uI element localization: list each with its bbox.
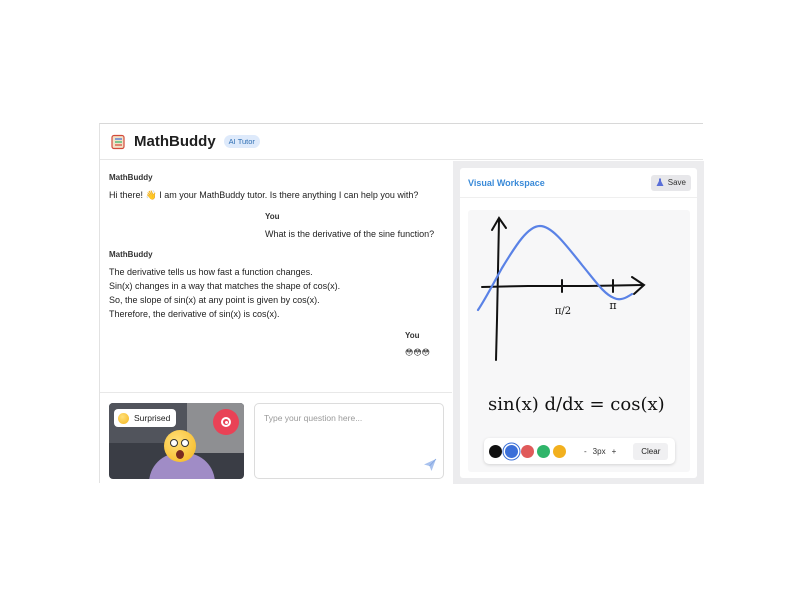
- message-line: The derivative tells us how fast a funct…: [109, 267, 313, 277]
- pen-size-value: 3px: [592, 446, 606, 456]
- drawing-toolbar: - 3px + Clear: [484, 438, 675, 464]
- surprised-face-icon: [164, 430, 196, 462]
- tick-label-pi: π: [609, 299, 616, 312]
- message-sender: MathBuddy: [109, 173, 153, 182]
- face-eye: [170, 439, 178, 447]
- decrease-size-button[interactable]: -: [584, 447, 587, 456]
- notebook-icon: [111, 134, 125, 149]
- message-sender: You: [405, 331, 420, 340]
- flask-icon: [656, 178, 664, 186]
- clear-button[interactable]: Clear: [633, 442, 669, 460]
- face-eye: [181, 439, 189, 447]
- message-text: 😳😳😳: [405, 348, 431, 357]
- emotion-text: Surprised: [134, 413, 171, 423]
- chat-message-bot: MathBuddy Hi there! 👋 I am your MathBudd…: [109, 171, 449, 202]
- workspace-card: Visual Workspace Save π/2 π sin(x) d/dx …: [460, 168, 697, 478]
- hand-drawn-graph: π/2 π sin(x) d/dx = cos(x): [476, 216, 665, 415]
- chat-message-user: You What is the derivative of the sine f…: [265, 210, 450, 241]
- message-text: Hi there! 👋 I am your MathBuddy tutor. I…: [109, 190, 419, 200]
- color-swatch-green[interactable]: [537, 444, 550, 458]
- message-sender: MathBuddy: [109, 250, 153, 259]
- message-line: Therefore, the derivative of sin(x) is c…: [109, 309, 280, 319]
- handwritten-equation: sin(x) d/dx = cos(x): [488, 394, 665, 415]
- send-icon[interactable]: [423, 458, 437, 472]
- pen-size-control: - 3px +: [581, 447, 619, 456]
- message-line: So, the slope of sin(x) at any point is …: [109, 295, 320, 305]
- workspace-title: Visual Workspace: [468, 177, 545, 188]
- tick-label-pi-over-2: π/2: [555, 306, 571, 317]
- chat-panel: MathBuddy Hi there! 👋 I am your MathBudd…: [100, 161, 452, 393]
- ai-tutor-badge: AI Tutor: [223, 135, 260, 148]
- webcam-preview: Surprised: [109, 403, 244, 479]
- emotion-label: Surprised: [114, 409, 177, 427]
- color-swatch-black[interactable]: [489, 444, 502, 458]
- app-title: MathBuddy: [134, 133, 216, 150]
- chat-message-user: You 😳😳😳: [405, 329, 450, 360]
- chat-message-bot: MathBuddy The derivative tells us how fa…: [109, 248, 449, 321]
- save-button[interactable]: Save: [650, 174, 691, 191]
- workspace-header: Visual Workspace Save: [460, 168, 697, 198]
- surprised-face-icon: [118, 412, 129, 424]
- drawing-canvas[interactable]: π/2 π sin(x) d/dx = cos(x) - 3px + Clear: [468, 210, 690, 472]
- visual-workspace-panel: Visual Workspace Save π/2 π sin(x) d/dx …: [453, 161, 704, 484]
- input-area: Surprised: [100, 392, 452, 484]
- color-swatch-yellow[interactable]: [553, 444, 566, 458]
- face-mouth: [176, 450, 184, 459]
- message-text: What is the derivative of the sine funct…: [265, 229, 435, 239]
- question-input-box: [254, 403, 444, 479]
- app-header: MathBuddy AI Tutor: [100, 124, 703, 160]
- message-line: Sin(x) changes in a way that matches the…: [109, 281, 341, 291]
- app-window: MathBuddy AI Tutor MathBuddy Hi there! 👋…: [99, 123, 704, 484]
- record-icon: [221, 417, 231, 427]
- increase-size-button[interactable]: +: [612, 447, 617, 456]
- color-swatch-blue[interactable]: [505, 444, 518, 458]
- color-swatch-red[interactable]: [521, 444, 534, 458]
- question-input[interactable]: [255, 404, 443, 478]
- save-label: Save: [667, 178, 686, 187]
- record-button[interactable]: [213, 409, 239, 435]
- message-sender: You: [265, 212, 280, 221]
